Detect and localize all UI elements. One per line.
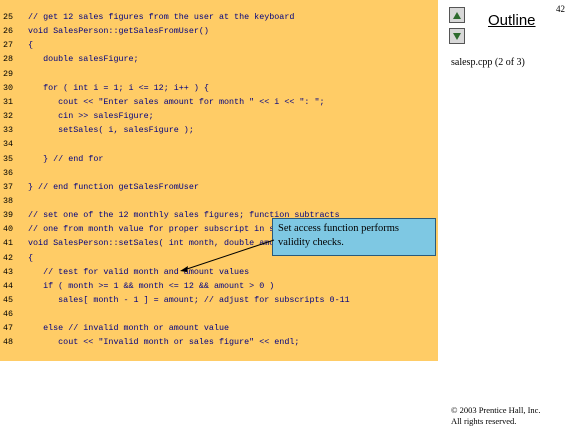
code-text: setSales( i, salesFigure ); (28, 125, 194, 136)
code-text: cin >> salesFigure; (28, 111, 154, 122)
code-text: } // end function getSalesFromUser (28, 181, 199, 192)
code-text: void SalesPerson::setSales( int month, d… (28, 238, 300, 249)
triangle-down-icon (453, 32, 461, 40)
code-panel: 25 // get 12 sales figures from the user … (0, 0, 438, 361)
line-number: 41 (3, 238, 14, 249)
code-text: double salesFigure; (28, 54, 139, 65)
code-text: { (28, 252, 34, 263)
line-number: 34 (3, 139, 14, 150)
line-number: 45 (3, 295, 14, 305)
copyright-line-2: All rights reserved. (451, 416, 517, 426)
code-text: // test for valid month and amount value… (28, 266, 250, 277)
copyright-line-1: © 2003 Prentice Hall, Inc. (451, 405, 541, 415)
line-number: 37 (3, 181, 14, 192)
line-number: 30 (3, 82, 14, 93)
code-text: cout << "Invalid month or sales figure" … (28, 337, 300, 348)
line-number: 43 (3, 266, 14, 277)
line-number: 48 (3, 337, 14, 348)
line-number: 25 (3, 12, 14, 22)
code-text: for ( int i = 1; i <= 12; i++ ) { (28, 82, 209, 93)
line-number: 40 (3, 224, 14, 235)
slide-number: 42 (556, 4, 565, 14)
line-number: 38 (3, 195, 14, 206)
line-number: 32 (3, 111, 14, 122)
line-number: 26 (3, 26, 14, 37)
outline-link[interactable]: Outline (488, 12, 536, 29)
code-text: if ( month >= 1 && month <= 12 && amount… (28, 280, 275, 291)
code-text: // get 12 sales figures from the user at… (28, 12, 295, 22)
code-text: sales[ month - 1 ] = amount; // adjust f… (28, 295, 350, 305)
line-number: 46 (3, 309, 14, 320)
line-number: 31 (3, 96, 14, 107)
code-text: else // invalid month or amount value (28, 323, 230, 334)
line-number: 35 (3, 153, 14, 164)
line-number: 44 (3, 280, 14, 291)
line-number: 36 (3, 167, 14, 178)
line-number: 33 (3, 125, 14, 136)
code-text: { (28, 40, 34, 51)
callout-line-1: Set access function performs (278, 223, 400, 234)
line-number: 27 (3, 40, 14, 51)
copyright: © 2003 Prentice Hall, Inc. All rights re… (451, 405, 541, 427)
file-label: salesp.cpp (2 of 3) (451, 57, 525, 68)
next-slide-button[interactable] (449, 28, 465, 44)
code-text: } // end for (28, 153, 104, 164)
previous-slide-button[interactable] (449, 7, 465, 23)
line-number: 39 (3, 210, 14, 221)
line-number: 29 (3, 68, 14, 79)
triangle-up-icon (453, 11, 461, 19)
callout-line-2: validity checks. (278, 237, 344, 248)
line-number: 47 (3, 323, 14, 334)
line-number: 42 (3, 252, 14, 263)
code-text: void SalesPerson::getSalesFromUser() (28, 26, 209, 37)
callout-box: Set access function performs validity ch… (272, 218, 436, 256)
line-number: 28 (3, 54, 14, 65)
code-text: cout << "Enter sales amount for month " … (28, 96, 325, 107)
